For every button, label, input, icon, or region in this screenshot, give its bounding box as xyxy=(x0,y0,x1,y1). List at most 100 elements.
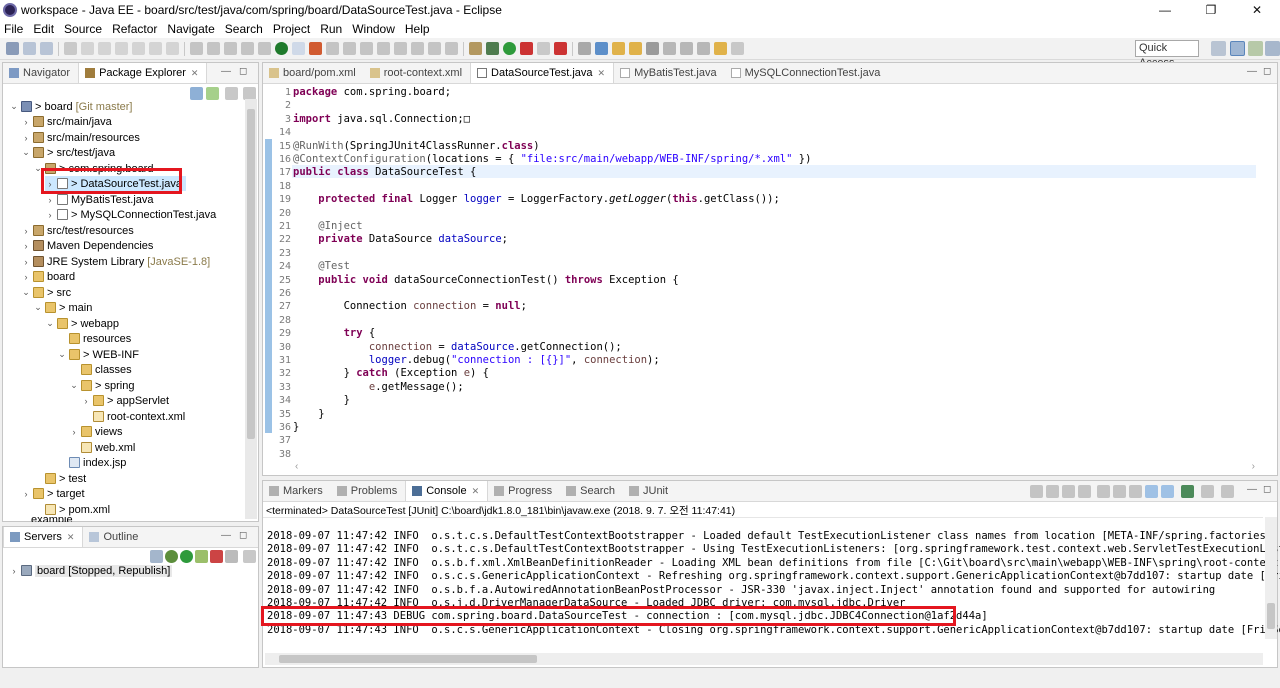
code-line[interactable]: @RunWith(SpringJUnit4ClassRunner.class) xyxy=(293,140,540,152)
tab-search[interactable]: Search xyxy=(560,481,623,501)
menu-source[interactable]: Source xyxy=(64,22,102,36)
menu-window[interactable]: Window xyxy=(352,22,395,36)
tab-servers[interactable]: Servers ✕ xyxy=(3,527,84,547)
chevron-down-icon[interactable]: ⌄ xyxy=(21,287,31,298)
suspend-icon[interactable] xyxy=(98,42,111,55)
chevron-down-icon[interactable]: ⌄ xyxy=(21,147,31,158)
tree-item-target[interactable]: › > target xyxy=(21,486,85,501)
collapse-icon[interactable] xyxy=(150,550,163,563)
maximize-icon[interactable]: ◻ xyxy=(1263,484,1271,495)
tree-item-src-main-resources[interactable]: › src/main/resources xyxy=(21,130,140,145)
remove-launch-icon[interactable] xyxy=(1062,485,1075,498)
scroll-left-icon[interactable]: ‹ xyxy=(295,461,298,472)
chevron-down-icon[interactable]: ⌄ xyxy=(57,349,67,360)
chevron-down-icon[interactable]: ⌄ xyxy=(45,318,55,329)
chevron-right-icon[interactable]: › xyxy=(45,195,55,205)
step-into-icon[interactable] xyxy=(132,42,145,55)
minimize-icon[interactable]: — xyxy=(1247,66,1257,77)
code-line[interactable]: import java.sql.Connection;□ xyxy=(293,113,470,125)
remove-all-icon[interactable] xyxy=(1078,485,1091,498)
menu-refactor[interactable]: Refactor xyxy=(112,22,157,36)
debug-perspective-icon[interactable] xyxy=(1248,41,1263,56)
stop-server-icon[interactable] xyxy=(210,550,223,563)
profile-server-icon[interactable] xyxy=(195,550,208,563)
code-line[interactable]: } xyxy=(293,421,299,433)
open-perspective-icon[interactable] xyxy=(1211,41,1226,56)
tree-item-src-test-resources[interactable]: › src/test/resources xyxy=(21,223,134,238)
server-item-board[interactable]: › board [Stopped, Republish] xyxy=(9,563,173,578)
pin-console-icon[interactable] xyxy=(1181,485,1194,498)
code-line[interactable]: public class DataSourceTest { xyxy=(293,166,476,178)
open-console-icon[interactable] xyxy=(1221,485,1234,498)
code-line[interactable]: try { xyxy=(293,327,376,339)
toggle-icon[interactable] xyxy=(224,42,237,55)
back-icon[interactable] xyxy=(714,42,727,55)
chevron-down-icon[interactable]: ⌄ xyxy=(9,101,19,112)
maximize-button[interactable]: ❐ xyxy=(1188,0,1234,20)
minimize-icon[interactable]: — xyxy=(1247,484,1257,495)
scroll-thumb[interactable] xyxy=(279,655,537,663)
external-tools-icon[interactable] xyxy=(520,42,533,55)
tree-item-board-folder[interactable]: › board xyxy=(21,269,76,284)
tree-item-main[interactable]: ⌄ > main xyxy=(33,300,92,315)
tree-item-resources[interactable]: resources xyxy=(57,331,131,346)
toggle-icon[interactable] xyxy=(343,42,356,55)
tree-item-web-inf[interactable]: ⌄ > WEB-INF xyxy=(57,347,139,362)
start-server-icon[interactable] xyxy=(180,550,193,563)
menu-navigate[interactable]: Navigate xyxy=(167,22,214,36)
chevron-right-icon[interactable]: › xyxy=(45,210,55,220)
tab-problems[interactable]: Problems xyxy=(331,481,405,501)
menu-help[interactable]: Help xyxy=(405,22,430,36)
tree-item-root-context[interactable]: root-context.xml xyxy=(81,409,185,424)
toggle-icon[interactable] xyxy=(326,42,339,55)
new-icon[interactable] xyxy=(6,42,19,55)
tab-pom-xml[interactable]: board/pom.xml xyxy=(263,63,364,83)
chevron-right-icon[interactable]: › xyxy=(21,133,31,143)
tree-item-spring[interactable]: ⌄ > spring xyxy=(69,378,134,393)
java-perspective-icon[interactable] xyxy=(1265,41,1280,56)
save-icon[interactable] xyxy=(23,42,36,55)
code-line[interactable]: @Test xyxy=(293,260,350,272)
code-line[interactable]: e.getMessage(); xyxy=(293,381,464,393)
resume-icon[interactable] xyxy=(81,42,94,55)
display-console-icon[interactable] xyxy=(1201,485,1214,498)
chevron-right-icon[interactable]: › xyxy=(21,489,31,499)
toggle-icon[interactable] xyxy=(241,42,254,55)
refresh-icon[interactable] xyxy=(309,42,322,55)
menu-edit[interactable]: Edit xyxy=(33,22,54,36)
open-task-icon[interactable] xyxy=(629,42,642,55)
new-java-package-icon[interactable] xyxy=(578,42,591,55)
editor-scrollbar[interactable] xyxy=(1257,85,1277,461)
tab-junit[interactable]: JUnit xyxy=(623,481,676,501)
tree-item-board[interactable]: ⌄ > board [Git master] xyxy=(9,99,132,114)
view-menu-chevron-icon[interactable] xyxy=(243,550,256,563)
annotation-icon[interactable] xyxy=(697,42,710,55)
tree-item-example[interactable]: example xyxy=(21,517,73,522)
tree-item-classes[interactable]: classes xyxy=(69,362,132,377)
tab-package-explorer[interactable]: Package Explorer ✕ xyxy=(78,63,208,83)
tree-item-src[interactable]: ⌄ > src xyxy=(21,285,71,300)
tab-progress[interactable]: Progress xyxy=(488,481,560,501)
code-line[interactable]: connection = dataSource.getConnection(); xyxy=(293,341,622,353)
console-hscrollbar[interactable] xyxy=(265,653,1263,665)
tree-item-jre-system-library[interactable]: › JRE System Library [JavaSE-1.8] xyxy=(21,254,211,269)
toggle-icon[interactable] xyxy=(411,42,424,55)
link-editor-icon[interactable] xyxy=(206,87,219,100)
tree-item-appservlet[interactable]: › > appServlet xyxy=(81,393,170,408)
menu-file[interactable]: File xyxy=(4,22,23,36)
tree-item-mysqlconnectiontest[interactable]: › > MySQLConnectionTest.java xyxy=(45,207,217,222)
maximize-icon[interactable]: ◻ xyxy=(239,530,247,541)
tree-item-views[interactable]: › views xyxy=(69,424,123,439)
code-line[interactable]: protected final Logger logger = LoggerFa… xyxy=(293,193,780,205)
tree-item-mybatistest[interactable]: › MyBatisTest.java xyxy=(45,192,154,207)
new-class-icon[interactable] xyxy=(595,42,608,55)
console-tool-icon[interactable] xyxy=(1030,485,1043,498)
tab-outline[interactable]: Outline xyxy=(83,527,146,547)
tree-item-webapp[interactable]: ⌄ > webapp xyxy=(45,316,119,331)
server-start-icon[interactable] xyxy=(275,42,288,55)
chevron-right-icon[interactable]: › xyxy=(21,241,31,251)
code-line[interactable]: private DataSource dataSource; xyxy=(293,233,508,245)
chevron-right-icon[interactable]: › xyxy=(21,226,31,236)
tree-item-index-jsp[interactable]: index.jsp xyxy=(57,455,126,470)
toggle-icon[interactable] xyxy=(190,42,203,55)
